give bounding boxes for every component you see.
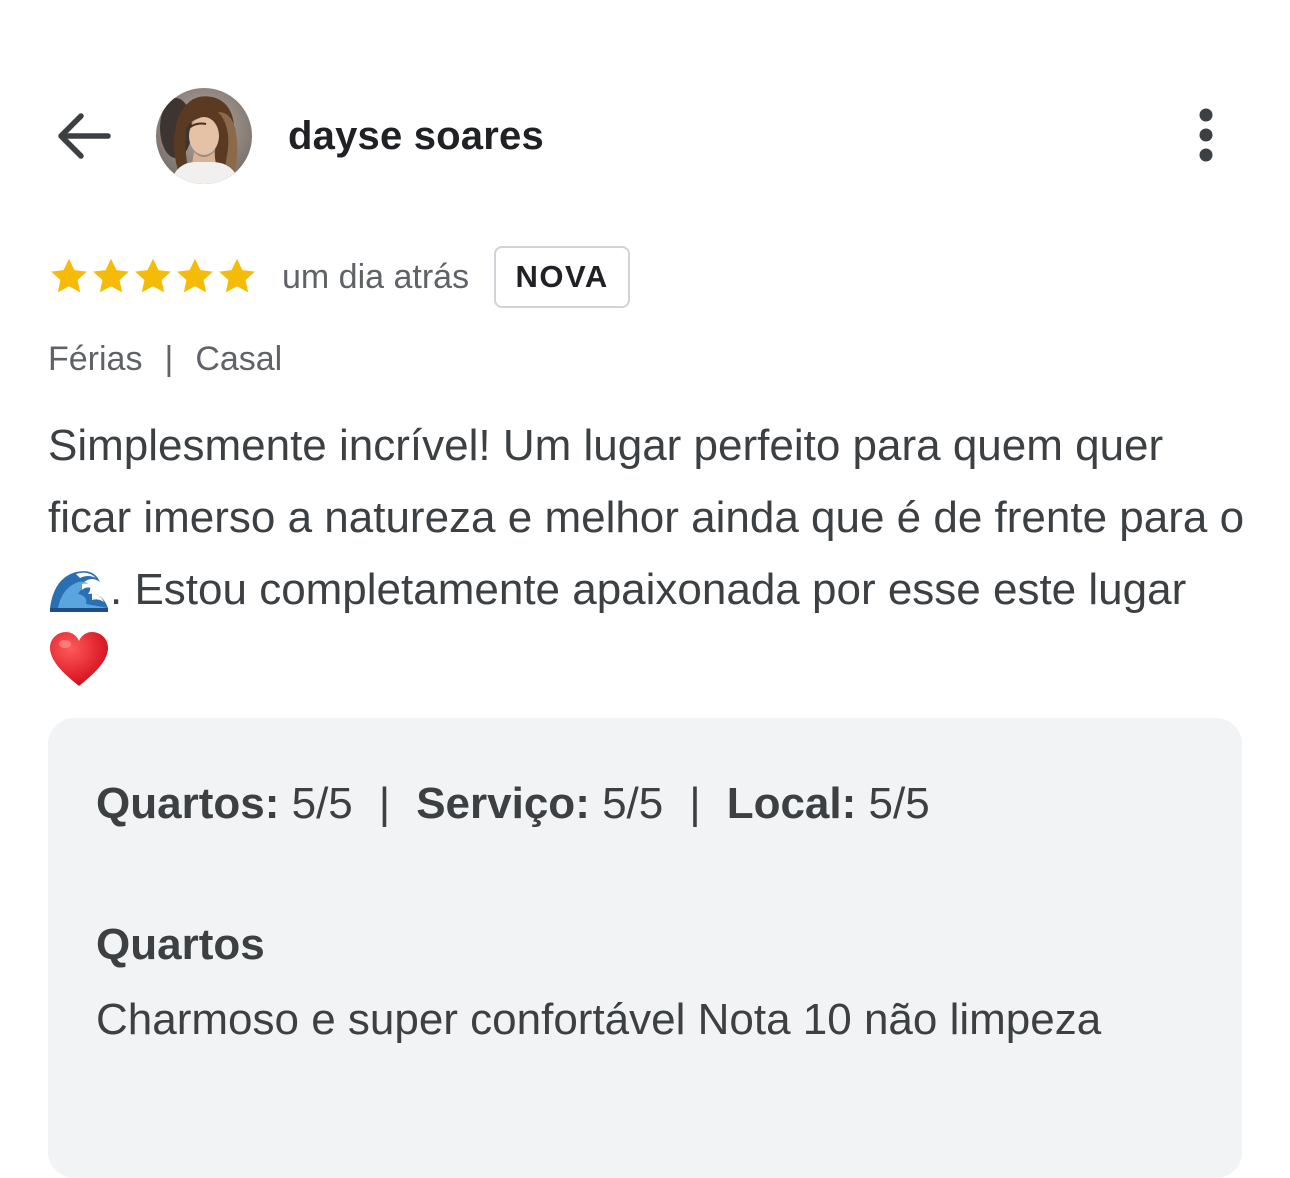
score-separator: | [378, 779, 391, 828]
tag-separator: | [164, 339, 174, 378]
star-icon [93, 258, 129, 293]
section-text-rooms: Charmoso e super confortável Nota 10 não… [96, 995, 1102, 1044]
score-label-location: Local: [726, 779, 857, 828]
username[interactable]: dayse soares [288, 114, 544, 159]
section-title-rooms: Quartos [96, 920, 265, 969]
score-value-location: 5/5 [868, 779, 930, 828]
score-label-service: Serviço: [416, 779, 590, 828]
back-button[interactable] [50, 106, 116, 166]
review-text-part-2: . Estou completamente apaixonada por ess… [110, 565, 1187, 614]
score-label-rooms: Quartos: [96, 779, 280, 828]
tag-trip-type: Férias [48, 339, 143, 378]
review-text: Simplesmente incrível! Um lugar perfeito… [48, 410, 1248, 698]
score-separator: | [689, 779, 701, 828]
score-value-service: 5/5 [602, 779, 664, 828]
review-header: dayse soares [0, 86, 1290, 186]
avatar-image [156, 88, 252, 184]
star-icon [219, 258, 255, 293]
trip-tags: Férias | Casal [48, 338, 282, 380]
star-icon [177, 258, 213, 293]
star-icon [51, 258, 87, 293]
rating-row: um dia atrás NOVA [48, 244, 631, 310]
user-avatar[interactable] [156, 88, 252, 184]
new-badge: NOVA [494, 246, 631, 308]
review-time: um dia atrás [282, 257, 470, 296]
tag-travel-group: Casal [195, 339, 283, 378]
star-rating [48, 256, 258, 298]
more-vert-icon [1199, 108, 1213, 162]
score-value-rooms: 5/5 [291, 779, 353, 828]
more-options-button[interactable] [1186, 108, 1226, 166]
review-text-part-1: Simplesmente incrível! Um lugar perfeito… [48, 421, 1245, 542]
heart-emoji [50, 632, 108, 686]
star-icon [135, 258, 171, 293]
arrow-left-icon [58, 113, 111, 159]
wave-emoji [50, 571, 108, 612]
category-scores: Quartos: 5/5 | Serviço: 5/5 | Local: 5/5 [96, 776, 930, 832]
